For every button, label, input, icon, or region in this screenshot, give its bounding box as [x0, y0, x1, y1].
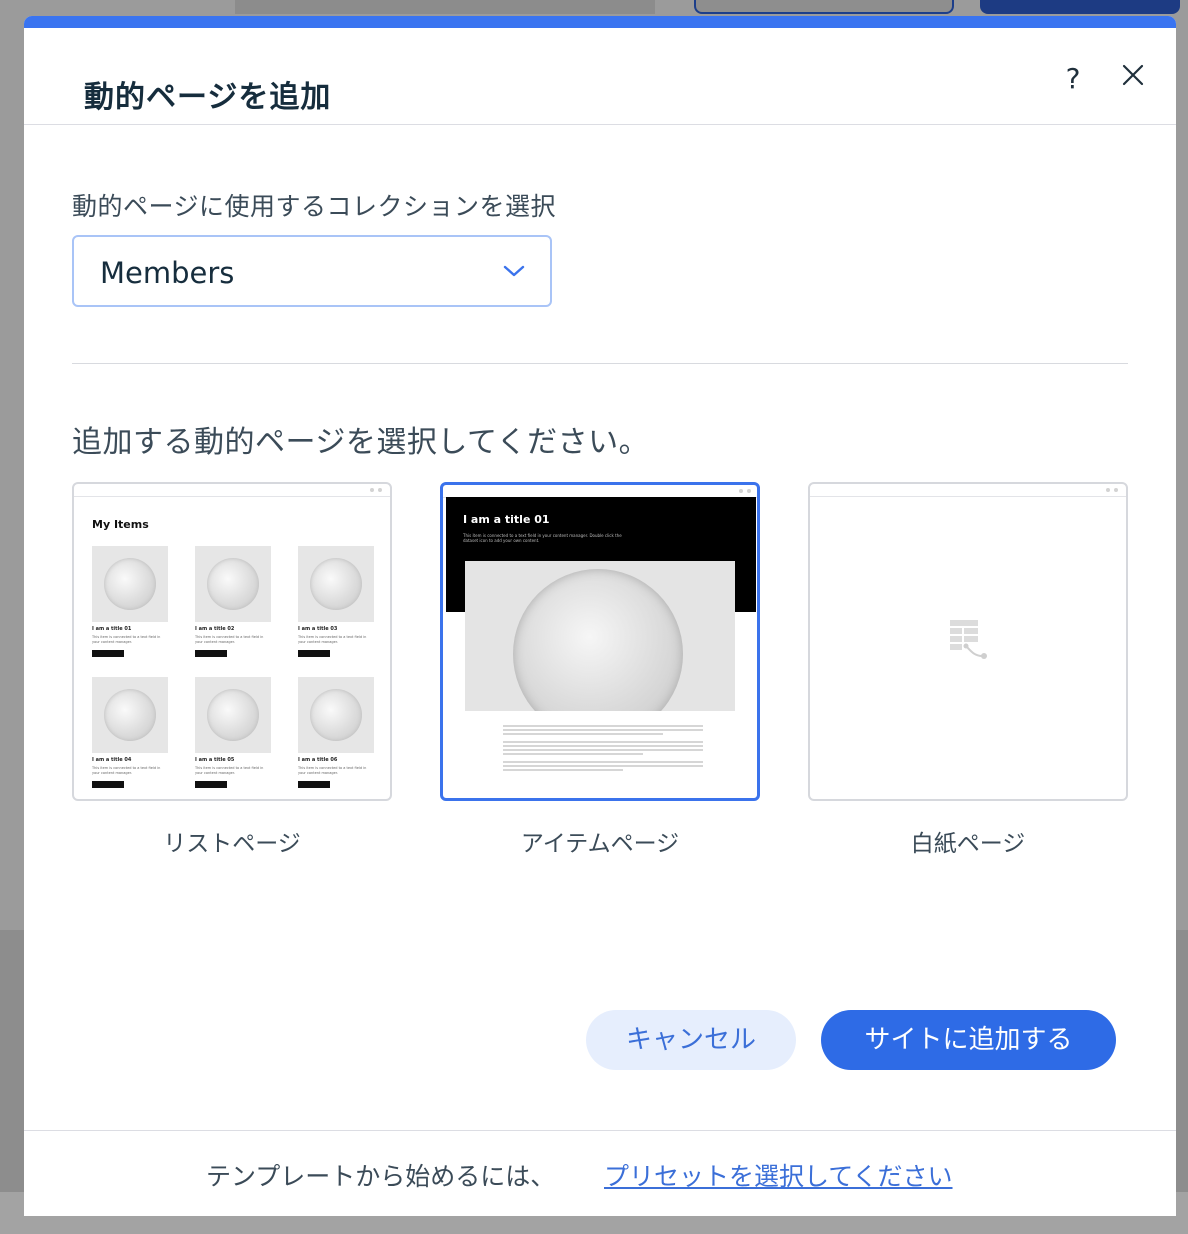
collection-selected-value: Members — [100, 256, 235, 290]
item-thumb-body-text — [503, 725, 703, 773]
thumb-item-title: I am a title 01 — [92, 626, 132, 632]
chevron-down-icon — [503, 265, 525, 277]
add-to-site-button[interactable]: サイトに追加する — [821, 1010, 1116, 1070]
section-divider — [72, 363, 1128, 364]
window-dot — [739, 489, 743, 493]
list-thumb-item: I am a title 01 This item is connected t… — [92, 546, 168, 657]
thumb-item-button — [195, 781, 227, 788]
thumb-item-desc: This item is connected to a text field i… — [195, 635, 264, 644]
choose-preset-link[interactable]: プリセットを選択してください — [604, 1157, 953, 1193]
thumb-item-title: I am a title 03 — [298, 626, 338, 632]
thumbnail-browser-bar — [810, 484, 1126, 497]
thumb-item-title: I am a title 04 — [92, 757, 132, 763]
thumb-item-button — [298, 650, 330, 657]
list-page-label: リストページ — [163, 831, 301, 857]
thumb-image — [298, 546, 374, 622]
thumb-item-desc: This item is connected to a text field i… — [298, 766, 367, 775]
item-page-label: アイテムページ — [520, 831, 680, 857]
page-type-prompt: 追加する動的ページを選択してください。 — [72, 425, 650, 460]
thumb-image — [92, 677, 168, 753]
item-thumb-image — [465, 561, 735, 711]
thumbnail-browser-bar — [74, 484, 390, 497]
cancel-button[interactable]: キャンセル — [586, 1010, 796, 1070]
list-page-card[interactable]: My Items I am a title 01 This item is co… — [72, 482, 392, 801]
collection-label: 動的ページに使用するコレクションを選択 — [72, 192, 557, 221]
item-thumb-title: I am a title 01 — [463, 513, 550, 526]
backdrop-button-filled — [980, 0, 1180, 14]
window-dot — [747, 489, 751, 493]
thumb-item-title: I am a title 02 — [195, 626, 235, 632]
thumb-image — [92, 546, 168, 622]
collection-dropdown[interactable]: Members — [72, 235, 552, 307]
thumb-item-desc: This item is connected to a text field i… — [92, 635, 161, 644]
list-thumb-item: I am a title 02 This item is connected t… — [195, 546, 271, 657]
thumb-item-button — [92, 650, 124, 657]
thumb-item-button — [298, 781, 330, 788]
add-dynamic-page-dialog: 動的ページを追加 ? 動的ページに使用するコレクションを選択 Members 追… — [24, 16, 1176, 1216]
thumb-item-button — [195, 650, 227, 657]
thumb-item-desc: This item is connected to a text field i… — [92, 766, 161, 775]
list-thumb-item: I am a title 05 This item is connected t… — [195, 677, 271, 788]
list-thumb-item: I am a title 06 This item is connected t… — [298, 677, 374, 788]
thumb-item-desc: This item is connected to a text field i… — [195, 766, 264, 775]
list-thumb-item: I am a title 04 This item is connected t… — [92, 677, 168, 788]
blank-page-label: 白紙ページ — [910, 831, 1026, 857]
thumb-image — [195, 677, 271, 753]
dialog-accent-bar — [24, 16, 1176, 28]
close-icon — [1122, 64, 1144, 86]
footer-text: テンプレートから始めるには、 — [206, 1162, 556, 1191]
dialog-title: 動的ページを追加 — [84, 80, 332, 115]
thumb-item-title: I am a title 06 — [298, 757, 338, 763]
window-dot — [1106, 488, 1110, 492]
window-dot — [1114, 488, 1118, 492]
thumb-item-title: I am a title 05 — [195, 757, 235, 763]
close-button[interactable] — [1120, 62, 1146, 88]
item-page-card[interactable]: I am a title 01 This item is connected t… — [440, 482, 760, 801]
blank-page-icon — [950, 620, 987, 659]
dialog-footer: テンプレートから始めるには、 プリセットを選択してください — [24, 1130, 1176, 1216]
window-dot — [370, 488, 374, 492]
item-thumb-subtitle: This item is connected to a text field i… — [463, 533, 622, 543]
help-button[interactable]: ? — [1058, 62, 1088, 96]
thumb-image — [195, 546, 271, 622]
thumb-image — [298, 677, 374, 753]
list-thumb-item: I am a title 03 This item is connected t… — [298, 546, 374, 657]
blank-page-card[interactable] — [808, 482, 1128, 801]
window-dot — [378, 488, 382, 492]
dialog-header: 動的ページを追加 ? — [24, 28, 1176, 125]
thumb-item-desc: This item is connected to a text field i… — [298, 635, 367, 644]
backdrop-button-outline — [694, 0, 954, 14]
thumb-item-button — [92, 781, 124, 788]
backdrop-toolbar — [235, 0, 655, 14]
list-thumb-heading: My Items — [92, 518, 149, 531]
